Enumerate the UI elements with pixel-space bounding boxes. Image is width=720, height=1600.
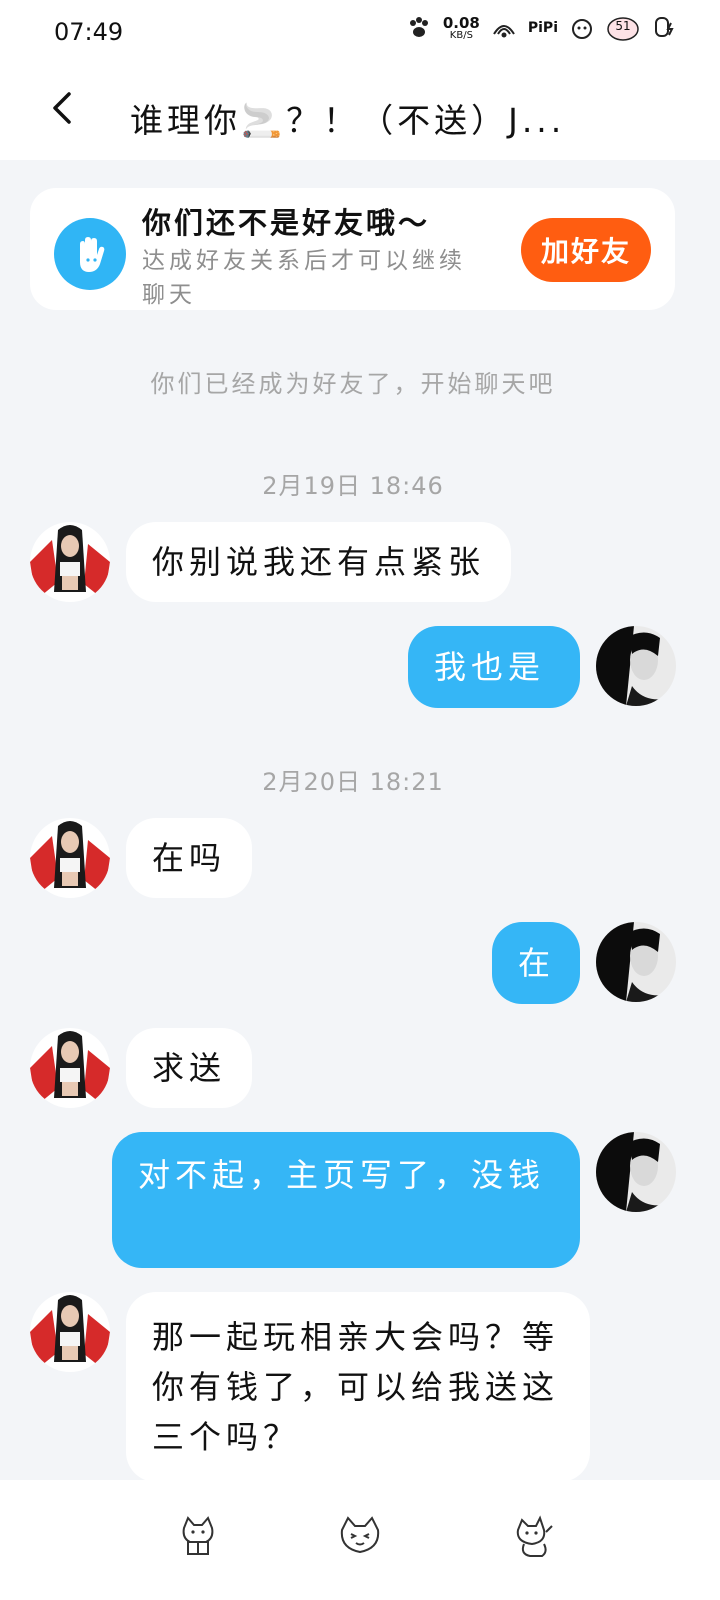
contact-avatar[interactable] <box>30 818 110 898</box>
bottom-action-bar <box>0 1480 720 1600</box>
battery-level: 51 <box>615 19 631 33</box>
contact-avatar[interactable] <box>30 522 110 602</box>
bottom-action-gift[interactable] <box>170 1508 226 1564</box>
chat-title[interactable]: 谁理你🚬？！（不送）J... <box>130 94 600 142</box>
message-bubble-sent[interactable]: 我也是 <box>408 626 580 708</box>
system-message: 你们已经成为好友了，开始聊天吧 <box>150 370 556 398</box>
notice-description: 达成好友关系后才可以继续聊天 <box>142 248 466 308</box>
bottom-action-wave[interactable] <box>504 1508 560 1564</box>
contact-avatar[interactable] <box>30 1292 110 1372</box>
cat-face-icon <box>340 1516 380 1554</box>
cat-gift-icon <box>182 1516 214 1555</box>
pipi-label: PiPi <box>527 20 558 36</box>
paw-icon <box>409 17 428 37</box>
cat-signal-icon <box>572 19 592 39</box>
message-bubble-received[interactable]: 你别说我还有点紧张 <box>126 522 512 602</box>
chevron-left-icon <box>53 92 71 124</box>
timestamp-separator: 2月20日 18:21 <box>262 768 444 796</box>
network-speed: 0.08 KB/S <box>442 13 480 41</box>
network-speed-unit: KB/S <box>449 29 473 41</box>
add-friend-button[interactable]: 加好友 <box>521 218 651 282</box>
status-bar: 07:49 0.08 KB/S PiPi 51 <box>0 0 720 64</box>
my-avatar[interactable] <box>596 626 676 706</box>
my-avatar[interactable] <box>596 1132 676 1212</box>
not-friends-notice: 你们还不是好友哦～ 达成好友关系后才可以继续聊天 加好友 <box>30 188 675 310</box>
message-bubble-received[interactable]: 那一起玩相亲大会吗？等你有钱了，可以给我送这三个吗？ <box>126 1292 590 1482</box>
message-bubble-sent[interactable]: 对不起，主页写了，没钱 <box>112 1132 580 1268</box>
my-avatar[interactable] <box>596 922 676 1002</box>
timestamp-separator: 2月19日 18:46 <box>262 472 444 500</box>
bottom-action-face[interactable] <box>332 1508 388 1564</box>
message-bubble-sent[interactable]: 在 <box>492 922 580 1004</box>
status-time: 07:49 <box>54 18 124 46</box>
battery-pig-icon: 51 <box>606 14 640 42</box>
notice-title: 你们还不是好友哦～ <box>142 206 431 240</box>
hand-wave-icon <box>54 218 126 290</box>
contact-avatar[interactable] <box>30 1028 110 1108</box>
back-button[interactable] <box>36 82 88 134</box>
network-speed-value: 0.08 <box>442 13 480 32</box>
message-bubble-received[interactable]: 求送 <box>126 1028 253 1108</box>
cat-wifi-icon <box>493 25 515 38</box>
charging-icon <box>655 17 674 37</box>
cat-wave-icon <box>516 1515 553 1557</box>
message-bubble-received[interactable]: 在吗 <box>126 818 253 898</box>
status-icons: 0.08 KB/S PiPi 51 <box>405 14 678 42</box>
chat-header: 谁理你🚬？！（不送）J... <box>0 64 720 160</box>
